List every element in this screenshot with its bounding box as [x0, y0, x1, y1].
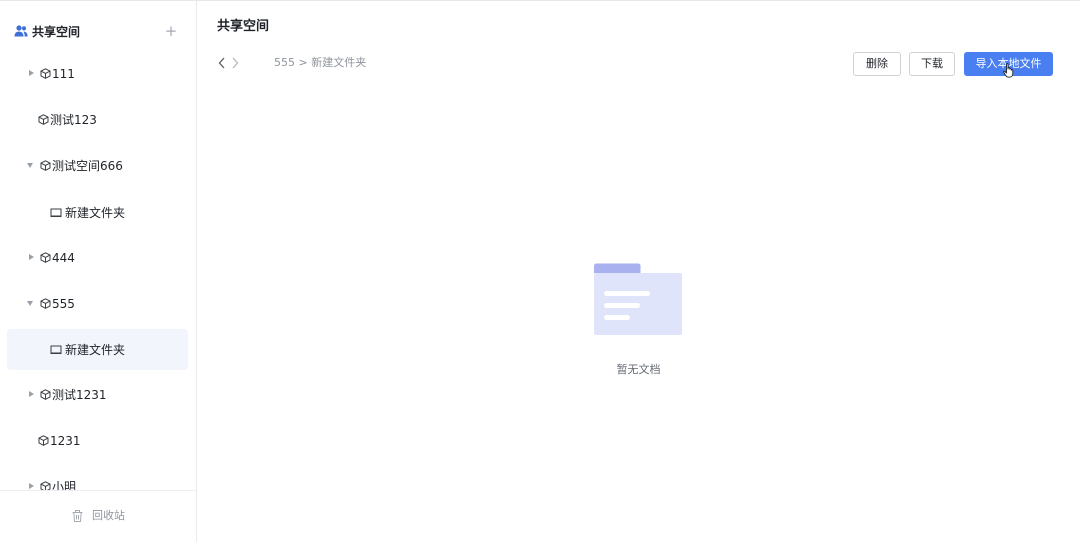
cube-icon	[40, 252, 51, 263]
tree-node-folder[interactable]: 新建文件夹	[0, 192, 196, 234]
caret-down-icon[interactable]	[27, 301, 33, 306]
tree-node-label: 444	[52, 251, 75, 265]
tree-node-label: 测试1231	[52, 388, 107, 402]
main-panel: 共享空间 555 > 新建文件夹 删除 下载 导入本地文件 暂无文档	[197, 1, 1080, 542]
delete-button[interactable]: 删除	[853, 52, 901, 76]
tree-node-label: 测试123	[50, 113, 97, 127]
tree-node-小明[interactable]: 小明	[0, 466, 196, 491]
caret-right-icon[interactable]	[29, 254, 34, 260]
sidebar: 共享空间 + 111 测试123 测试空间666 新建文件夹 444 555 新…	[0, 1, 197, 542]
caret-right-icon[interactable]	[29, 483, 34, 489]
sidebar-title: 共享空间	[32, 25, 81, 39]
tree-node-label: 新建文件夹	[65, 343, 126, 357]
users-icon	[14, 25, 28, 37]
breadcrumb-separator: >	[298, 56, 308, 69]
folder-icon	[50, 208, 62, 217]
cube-icon	[38, 435, 49, 446]
empty-folder-icon	[594, 263, 682, 335]
folder-icon	[50, 345, 62, 354]
tree-node-测试123[interactable]: 测试123	[0, 99, 196, 141]
caret-down-icon[interactable]	[27, 163, 33, 168]
tree-node-测试1231[interactable]: 测试1231	[0, 374, 196, 416]
tree-node-测试空间666[interactable]: 测试空间666	[0, 145, 196, 187]
tree-node-1231[interactable]: 1231	[0, 420, 196, 462]
empty-state-text: 暂无文档	[616, 363, 661, 376]
cube-icon	[40, 68, 51, 79]
forward-arrow-icon[interactable]	[230, 55, 240, 71]
trash-icon	[72, 510, 83, 522]
hand-cursor-icon	[1003, 63, 1014, 78]
recycle-bin-label: 回收站	[92, 509, 125, 522]
back-arrow-icon[interactable]	[217, 55, 227, 71]
download-button[interactable]: 下载	[909, 52, 955, 76]
breadcrumb: 555 > 新建文件夹	[274, 55, 366, 71]
cube-icon	[38, 114, 49, 125]
page-title: 共享空间	[217, 19, 270, 34]
caret-right-icon[interactable]	[29, 70, 34, 76]
tree-node-444[interactable]: 444	[0, 237, 196, 279]
tree-node-folder-selected[interactable]: 新建文件夹	[0, 329, 196, 371]
tree-node-label: 555	[52, 297, 75, 311]
tree-node-555[interactable]: 555	[0, 283, 196, 325]
tree-node-label: 新建文件夹	[65, 206, 126, 220]
tree-node-label: 111	[52, 67, 75, 81]
breadcrumb-current: 新建文件夹	[311, 56, 367, 69]
cube-icon	[40, 298, 51, 309]
tree-node-label: 测试空间666	[52, 159, 123, 173]
tree-node-label: 1231	[50, 434, 81, 448]
empty-state: 暂无文档	[197, 1, 1080, 542]
breadcrumb-parent[interactable]: 555	[274, 56, 295, 69]
add-space-button[interactable]: +	[164, 21, 178, 41]
space-tree: 111 测试123 测试空间666 新建文件夹 444 555 新建文件夹 测试…	[0, 53, 196, 491]
tree-node-111[interactable]: 111	[0, 53, 196, 95]
cube-icon	[40, 389, 51, 400]
recycle-bin-button[interactable]: 回收站	[0, 490, 196, 542]
caret-right-icon[interactable]	[29, 391, 34, 397]
cube-icon	[40, 160, 51, 171]
